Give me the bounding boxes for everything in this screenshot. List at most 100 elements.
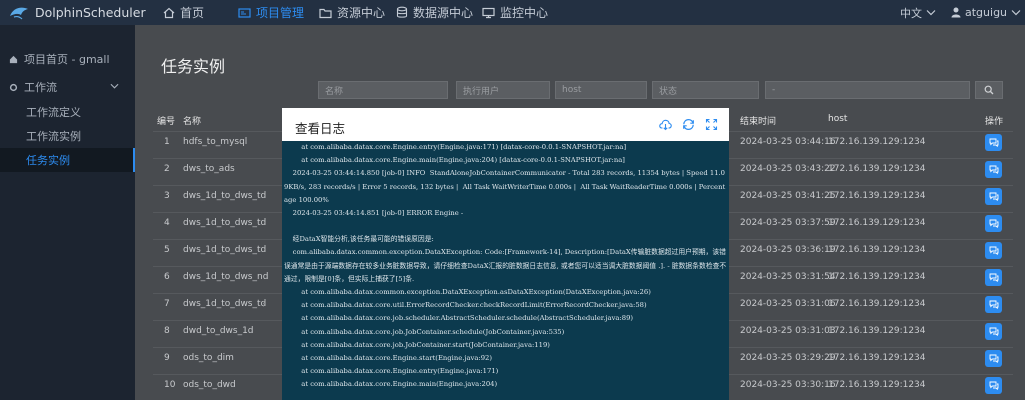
log-line: at com.alibaba.datax.core.Engine.entry(E…	[284, 367, 499, 376]
chevron-down-icon	[110, 83, 119, 89]
nav-project[interactable]: 项目管理	[238, 4, 304, 21]
chat-icon	[989, 273, 998, 282]
cell-end-time: 2024-03-25 03:31:06	[740, 299, 836, 309]
host-filter-input[interactable]: host	[555, 81, 647, 99]
dolphin-logo-icon	[10, 7, 28, 20]
name-filter-input[interactable]: 名称	[318, 81, 448, 99]
nav-resource[interactable]: 资源中心	[319, 4, 385, 21]
view-log-button[interactable]	[985, 161, 1002, 178]
view-log-button[interactable]	[985, 188, 1002, 205]
cell-host: 172.16.139.129:1234	[828, 218, 926, 228]
nav-home[interactable]: 首页	[163, 4, 204, 21]
search-button[interactable]	[975, 81, 1003, 99]
nav-home-label: 首页	[180, 6, 205, 20]
cell-host: 172.16.139.129:1234	[828, 353, 926, 363]
sidebar-item-workflow-definition[interactable]: 工作流定义	[0, 100, 135, 124]
view-log-button[interactable]	[985, 215, 1002, 232]
cell-no: 3	[164, 191, 170, 201]
fullscreen-icon[interactable]	[705, 118, 718, 131]
chat-icon	[989, 219, 998, 228]
cell-no: 6	[164, 272, 170, 282]
view-log-button[interactable]	[985, 377, 1002, 394]
sidebar-item-project-home[interactable]: 项目首页 - gmall	[0, 47, 135, 71]
search-icon	[984, 85, 994, 95]
download-icon[interactable]	[659, 118, 672, 131]
cell-end-time: 2024-03-25 03:41:25	[740, 191, 836, 201]
nav-monitor-label: 监控中心	[500, 6, 549, 20]
brand-name: DolphinScheduler	[35, 5, 146, 20]
page-title: 任务实例	[161, 57, 226, 76]
user-name: atguigu	[965, 6, 1008, 19]
cell-name: dws_1d_to_dws_td	[183, 299, 267, 309]
language-switch[interactable]: 中文	[900, 4, 936, 21]
cell-host: 172.16.139.129:1234	[828, 191, 926, 201]
gear-icon	[9, 83, 18, 91]
sidebar-item-task-instance[interactable]: 任务实例	[0, 148, 135, 172]
cell-host: 172.16.139.129:1234	[828, 272, 926, 282]
nav-monitor[interactable]: 监控中心	[482, 4, 548, 21]
cell-end-time: 2024-03-25 03:31:54	[740, 272, 836, 282]
cell-no: 5	[164, 245, 170, 255]
language-label: 中文	[900, 6, 922, 20]
log-dialog-header: 查看日志	[282, 108, 729, 141]
column-header-end-time: 结束时间	[740, 117, 777, 127]
chat-icon	[989, 138, 998, 147]
cell-no: 4	[164, 218, 170, 228]
log-line: 2024-03-25 03:44:14.850 [job-0] INFO Sta…	[284, 169, 726, 204]
cell-name: dws_1d_to_dws_td	[183, 245, 267, 255]
cell-host: 172.16.139.129:1234	[828, 299, 926, 309]
sidebar-workflow-label: 工作流	[24, 81, 57, 94]
brand[interactable]: DolphinScheduler	[8, 4, 146, 21]
log-line: at com.alibaba.datax.core.Engine.entry(E…	[284, 143, 627, 151]
cell-host: 172.16.139.129:1234	[828, 137, 926, 147]
column-header-ops: 操作	[985, 117, 1004, 127]
cell-end-time: 2024-03-25 03:29:29	[740, 353, 836, 363]
top-navbar: DolphinScheduler 首页 项目管理 资源中心 数据源中心 监控中心…	[0, 0, 1025, 25]
view-log-button[interactable]	[985, 296, 1002, 313]
executor-filter-input[interactable]: 执行用户	[456, 81, 550, 99]
log-line: at com.alibaba.datax.core.util.ErrorReco…	[284, 301, 647, 310]
chevron-down-icon	[1011, 10, 1021, 16]
cell-end-time: 2024-03-25 03:44:16	[740, 137, 836, 147]
home-icon	[9, 55, 18, 63]
log-line: at com.alibaba.datax.core.job.JobContain…	[284, 340, 550, 349]
log-line: 2024-03-25 03:44:14.851 [job-0] ERROR En…	[284, 209, 464, 218]
cell-name: hdfs_to_mysql	[183, 137, 248, 147]
nav-datasource-label: 数据源中心	[413, 6, 474, 20]
state-select[interactable]: 状态	[652, 81, 759, 99]
log-line: at com.alibaba.datax.common.exception.Da…	[284, 288, 651, 297]
view-log-button[interactable]	[985, 242, 1002, 259]
chevron-down-icon	[926, 10, 936, 16]
column-header-no: 编号	[157, 117, 176, 127]
view-log-button[interactable]	[985, 350, 1002, 367]
folder-icon	[319, 8, 332, 18]
sidebar-item-label: 任务实例	[26, 154, 70, 167]
cell-no: 10	[164, 380, 176, 390]
date-range-picker[interactable]: -	[765, 81, 970, 99]
user-menu[interactable]: atguigu	[951, 4, 1021, 21]
cell-name: dws_1d_to_dws_td	[183, 191, 267, 201]
chat-icon	[989, 192, 998, 201]
refresh-icon[interactable]	[682, 118, 695, 131]
log-line: 经DataX智能分析,该任务最可能的错误原因是:	[284, 235, 434, 244]
sidebar-item-workflow[interactable]: 工作流	[0, 75, 135, 99]
sidebar-item-workflow-instance[interactable]: 工作流实例	[0, 124, 135, 148]
nav-project-label: 项目管理	[256, 6, 305, 20]
nav-datasource[interactable]: 数据源中心	[396, 4, 473, 21]
log-line: com.alibaba.datax.common.exception.DataX…	[284, 248, 727, 283]
cell-no: 8	[164, 326, 170, 336]
cell-end-time: 2024-03-25 03:43:22	[740, 164, 836, 174]
nav-resource-label: 资源中心	[337, 6, 386, 20]
view-log-button[interactable]	[985, 323, 1002, 340]
cell-end-time: 2024-03-25 03:37:59	[740, 218, 836, 228]
sidebar-project-home-label: 项目首页 - gmall	[24, 53, 110, 66]
view-log-button[interactable]	[985, 134, 1002, 151]
log-content[interactable]: at com.alibaba.datax.core.Engine.entry(E…	[282, 141, 729, 400]
view-log-button[interactable]	[985, 269, 1002, 286]
collapse-handle[interactable]: ⁝	[262, 300, 265, 310]
cell-host: 172.16.139.129:1234	[828, 380, 926, 390]
cell-name: dws_to_ads	[183, 164, 235, 174]
cell-end-time: 2024-03-25 03:31:03	[740, 326, 836, 336]
chat-icon	[989, 327, 998, 336]
chat-icon	[989, 354, 998, 363]
